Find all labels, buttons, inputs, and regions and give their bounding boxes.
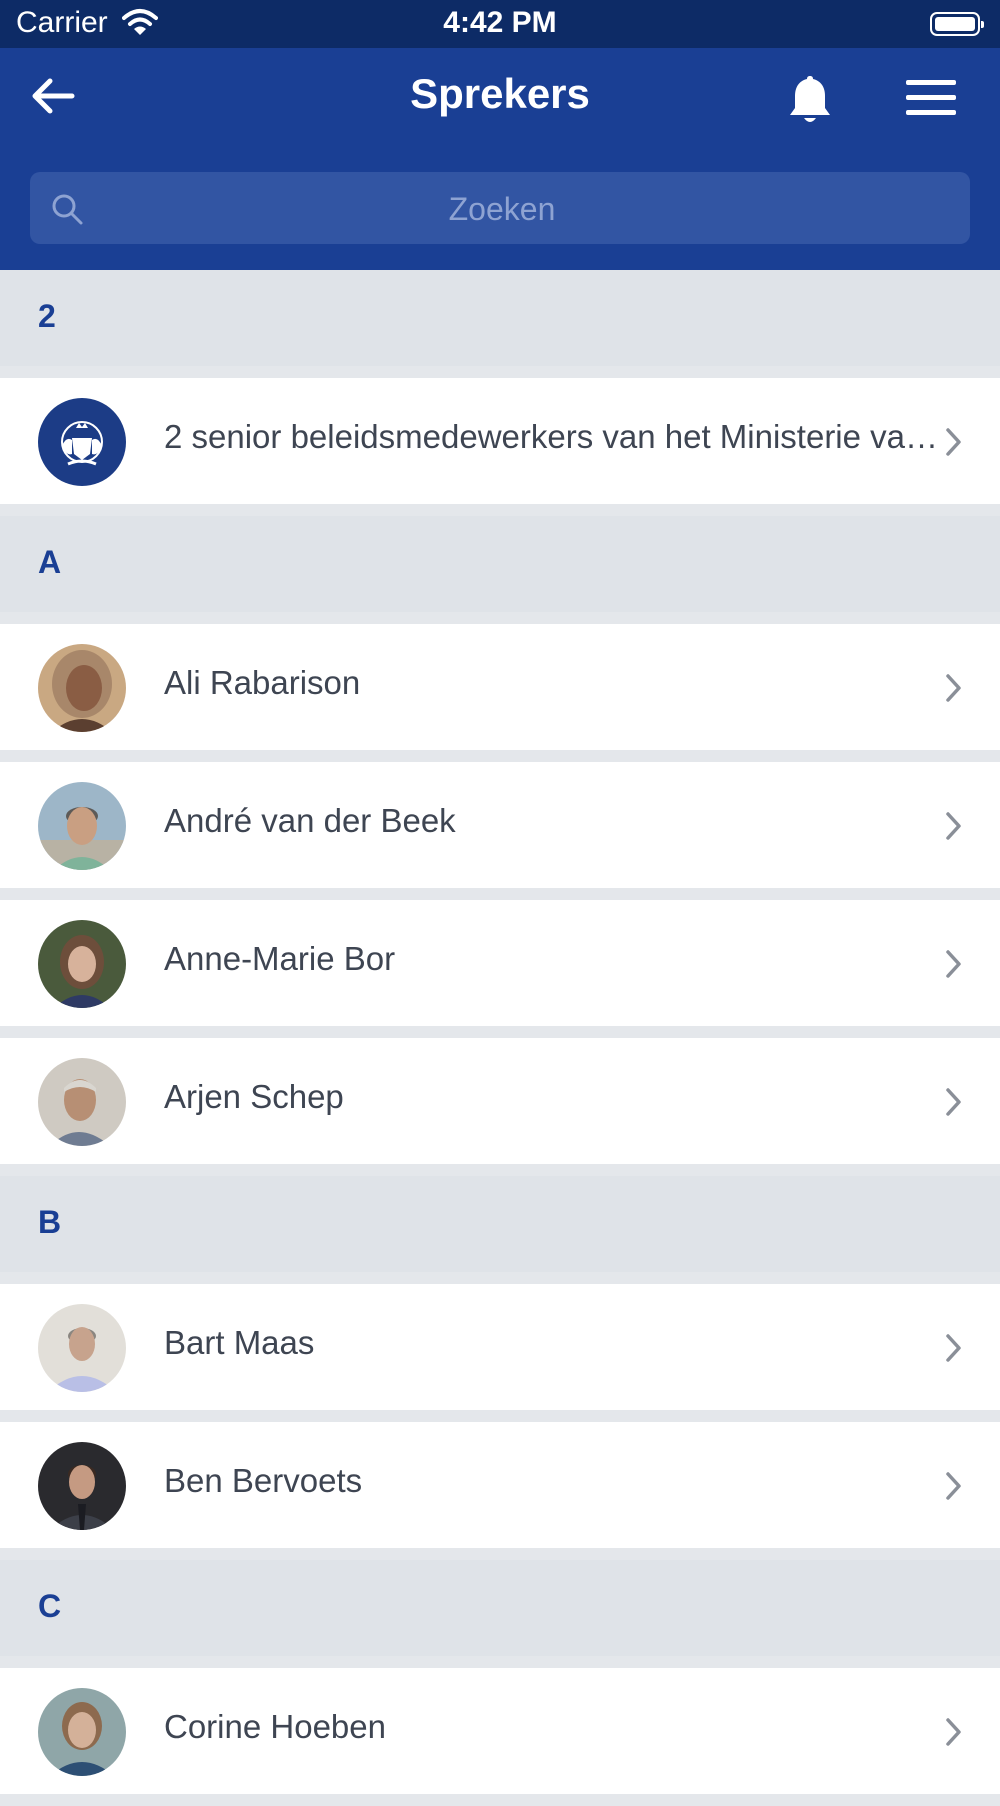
- section-header-2: 2: [0, 270, 1000, 366]
- speaker-name: Arjen Schep: [164, 1078, 344, 1115]
- hamburger-menu-icon[interactable]: [902, 76, 958, 120]
- speaker-name: 2 senior beleidsmedewerkers van het Mini…: [164, 418, 944, 455]
- speaker-name: Ben Bervoets: [164, 1462, 363, 1499]
- list-item[interactable]: 2 senior beleidsmedewerkers van het Mini…: [0, 378, 1000, 504]
- section-header-a: A: [0, 516, 1000, 612]
- speaker-name: Bart Maas: [164, 1324, 315, 1361]
- avatar: [38, 1688, 126, 1776]
- chevron-right-icon: [946, 1718, 961, 1746]
- chevron-right-icon: [946, 950, 961, 978]
- list-item[interactable]: Corine Hoeben: [0, 1668, 1000, 1794]
- list-item[interactable]: André van der Beek: [0, 762, 1000, 888]
- list-item[interactable]: Ben Bervoets: [0, 1422, 1000, 1548]
- section-letter: C: [38, 1588, 62, 1624]
- header: Sprekers: [0, 48, 1000, 270]
- speaker-name: André van der Beek: [164, 802, 456, 839]
- status-bar: Carrier 4:42 PM: [0, 0, 1000, 48]
- list-item[interactable]: Ali Rabarison: [0, 624, 1000, 750]
- search-bar[interactable]: [30, 172, 974, 246]
- avatar: [38, 1304, 126, 1392]
- speaker-name: Ali Rabarison: [164, 664, 361, 701]
- clock: 4:42 PM: [443, 6, 557, 39]
- section-letter: B: [38, 1204, 62, 1240]
- speaker-name: Corine Hoeben: [164, 1708, 386, 1745]
- list-item[interactable]: Anne-Marie Bor: [0, 900, 1000, 1026]
- search-input[interactable]: [30, 172, 974, 246]
- ministry-logo-avatar: [38, 398, 126, 486]
- chevron-right-icon: [946, 1088, 961, 1116]
- speaker-list: 2 2 senior beleidsmedewerkers van het Mi…: [0, 270, 1000, 1806]
- list-item[interactable]: Bart Maas: [0, 1284, 1000, 1410]
- section-header-b: B: [0, 1176, 1000, 1272]
- list-item[interactable]: Arjen Schep: [0, 1038, 1000, 1164]
- battery-icon: [930, 12, 984, 36]
- avatar: [38, 920, 126, 1008]
- section-letter: 2: [38, 298, 56, 334]
- page-title: Sprekers: [410, 70, 590, 117]
- speaker-name: Anne-Marie Bor: [164, 940, 396, 977]
- avatar: [38, 644, 126, 732]
- section-letter: A: [38, 544, 62, 580]
- chevron-right-icon: [946, 1334, 961, 1362]
- avatar: [38, 1442, 126, 1530]
- avatar: [38, 1058, 126, 1146]
- chevron-right-icon: [946, 428, 961, 456]
- avatar: [38, 782, 126, 870]
- chevron-right-icon: [946, 1472, 961, 1500]
- section-header-c: C: [0, 1560, 1000, 1656]
- chevron-right-icon: [946, 674, 961, 702]
- chevron-right-icon: [946, 812, 961, 840]
- bell-icon[interactable]: [784, 72, 836, 128]
